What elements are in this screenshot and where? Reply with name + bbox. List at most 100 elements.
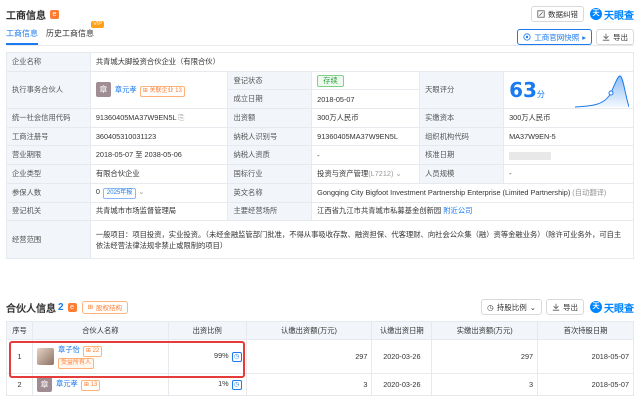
- related-company-tag[interactable]: ⊞ 22: [82, 345, 103, 357]
- auto-translate-note: (自动翻译): [572, 187, 607, 197]
- partners-header: 合伙人信息 2 e ⊞ 股权结构 ◷ 持股比例 ⌄ 导出 天天眼查: [6, 299, 634, 315]
- chevron-right-icon: ▸: [582, 32, 586, 42]
- industry-value: 投资与资产管理: [317, 168, 369, 178]
- equity-structure-button[interactable]: ⊞ 股权结构: [81, 300, 129, 314]
- related-company-tag[interactable]: ⊞ 13: [80, 380, 101, 392]
- avatar: 章: [95, 82, 111, 98]
- history-clock-icon[interactable]: ◷: [231, 380, 242, 390]
- reg-no-label: 工商注册号: [6, 126, 91, 147]
- ratio-sort-button[interactable]: ◷ 持股比例 ⌄: [481, 299, 542, 315]
- scope-label: 经营范围: [6, 220, 91, 260]
- avatar: 章: [36, 377, 52, 392]
- related-company-tag[interactable]: ⊞ 关联企业 13: [139, 85, 185, 97]
- rating-distribution-chart: [575, 75, 629, 108]
- col-first-date: 首次持股日期: [537, 321, 634, 340]
- table-row[interactable]: 1 章子怡 ⊞ 22 受益所有人 99% ◷ 297 2020-03-26 297 …: [6, 339, 634, 374]
- data-correction-button[interactable]: 数据纠错: [531, 6, 584, 22]
- insured-value: 0: [95, 186, 100, 196]
- annual-report-tag[interactable]: 2025年报: [102, 187, 137, 199]
- export-icon: [552, 303, 560, 311]
- equity-structure-label: 股权结构: [96, 305, 123, 312]
- export-label: 导出: [613, 32, 628, 42]
- tianyancha-logo-icon: 天: [590, 8, 602, 20]
- ratio-value: 99%: [214, 351, 229, 360]
- english-name-cell: Gongqing City Bigfoot Investment Partner…: [311, 182, 634, 203]
- tianyancha-logo-icon: 天: [590, 301, 602, 313]
- ratio-cell: 1% ◷: [167, 373, 247, 396]
- tabs-divider: [6, 45, 634, 46]
- address-cell: 江西省九江市共青城市私募基金创新园 附近公司: [311, 201, 634, 222]
- structure-icon: ⊞: [87, 304, 94, 311]
- col-index: 序号: [6, 321, 33, 340]
- partner-name-cell: 章章元孝 ⊞ 13: [31, 373, 169, 396]
- sub-date: 2020-03-26: [371, 339, 433, 374]
- nearby-companies-link[interactable]: 附近公司: [443, 206, 472, 215]
- tax-no-value: 91360405MA37W9EN5L: [311, 126, 421, 147]
- partner-cell: 章章元孝 ⊞ 关联企业 13: [89, 70, 229, 110]
- tab-history-label: 历史工商信息: [46, 29, 94, 38]
- row-index: 2: [6, 373, 33, 396]
- related-company-text: 22: [92, 347, 100, 354]
- col-name: 合伙人名称: [31, 321, 169, 340]
- partners-export-button[interactable]: 导出: [546, 299, 584, 315]
- industry-label: 国标行业: [227, 164, 313, 184]
- english-name-value: Gongqing City Bigfoot Investment Partner…: [317, 187, 571, 197]
- approval-date-redacted: [509, 151, 552, 160]
- logo-text: 天眼查: [604, 10, 634, 22]
- tab-business-info[interactable]: 工商信息: [6, 28, 38, 45]
- col-ratio: 出资比例: [167, 321, 247, 340]
- partner-name-cell: 章子怡 ⊞ 22 受益所有人: [31, 339, 169, 374]
- credit-code-label: 统一社会信用代码: [6, 108, 91, 128]
- partners-table-header: 序号 合伙人名称 出资比例 认缴出资额(万元) 认缴出资日期 实缴出资额(万元)…: [6, 321, 634, 340]
- partner-name-link[interactable]: 章元孝: [56, 379, 78, 388]
- first-date: 2018-05-07: [537, 373, 634, 396]
- chevron-down-icon[interactable]: ⌄: [136, 187, 144, 196]
- snapshot-label: 工商官网快照: [534, 32, 580, 42]
- address-label: 主要经营场所: [227, 201, 313, 222]
- tianyancha-logo[interactable]: 天天眼查: [590, 300, 634, 315]
- chevron-down-icon[interactable]: ⌄: [395, 169, 401, 178]
- paid-amount: 3: [431, 373, 539, 396]
- authority-label: 登记机关: [6, 201, 91, 222]
- authority-value: 共青城市市场监督管理局: [89, 201, 229, 222]
- official-snapshot-button[interactable]: 工商官网快照 ▸: [517, 29, 592, 45]
- col-paid-amount: 实缴出资额(万元): [431, 321, 539, 340]
- export-button[interactable]: 导出: [596, 29, 634, 45]
- related-company-text: 13: [90, 382, 98, 389]
- company-name-value: 共青城大脚投资合伙企业（有限合伙）: [89, 52, 635, 72]
- tab-history-business-info[interactable]: 历史工商信息 VIP: [46, 21, 104, 45]
- status-badge: 存续: [317, 74, 344, 87]
- beneficiary-badge: 受益所有人: [57, 357, 94, 369]
- capital-label: 出资额: [227, 108, 313, 128]
- staff-size-value: -: [503, 164, 634, 184]
- chevron-down-icon: ⌄: [529, 302, 536, 312]
- sub-amount: 297: [245, 339, 373, 374]
- col-sub-amount: 认缴出资额(万元): [245, 321, 373, 340]
- partners-export-label: 导出: [563, 302, 578, 312]
- partner-name-link[interactable]: 章元孝: [115, 85, 137, 94]
- sub-amount: 3: [245, 373, 373, 396]
- export-icon: [602, 33, 610, 41]
- insured-label: 参保人数: [6, 182, 91, 203]
- credit-code-value: 91360405MA37W9EN5L: [95, 112, 177, 122]
- status-cell: 存续: [311, 70, 421, 91]
- type-label: 企业类型: [6, 164, 91, 184]
- paid-capital-label: 实缴资本: [419, 108, 505, 128]
- tianyancha-logo[interactable]: 天天眼查: [590, 7, 634, 22]
- correction-icon: [537, 10, 545, 18]
- logo-text: 天眼查: [604, 303, 634, 315]
- copy-icon[interactable]: ⎘: [178, 113, 184, 122]
- credit-code-cell: 91360405MA37W9EN5L ⎘: [89, 108, 229, 128]
- approval-date-cell: [503, 145, 634, 166]
- term-value: 2018-05-07 至 2038-05-06: [89, 145, 229, 166]
- history-clock-icon[interactable]: ◷: [231, 352, 242, 362]
- history-icon: ◷: [487, 302, 494, 312]
- rating-cell[interactable]: 63分: [503, 70, 634, 110]
- info-tabs: 工商信息 历史工商信息 VIP: [6, 21, 104, 45]
- tax-quality-value: -: [311, 145, 421, 166]
- partner-name-link[interactable]: 章子怡: [58, 345, 80, 354]
- setup-date-value: 2018-05-07: [311, 89, 421, 110]
- tax-quality-label: 纳税人资质: [227, 145, 313, 166]
- col-sub-date: 认缴出资日期: [371, 321, 433, 340]
- table-row[interactable]: 2 章章元孝 ⊞ 13 1% ◷ 3 2020-03-26 3 2018-05-07: [6, 373, 634, 396]
